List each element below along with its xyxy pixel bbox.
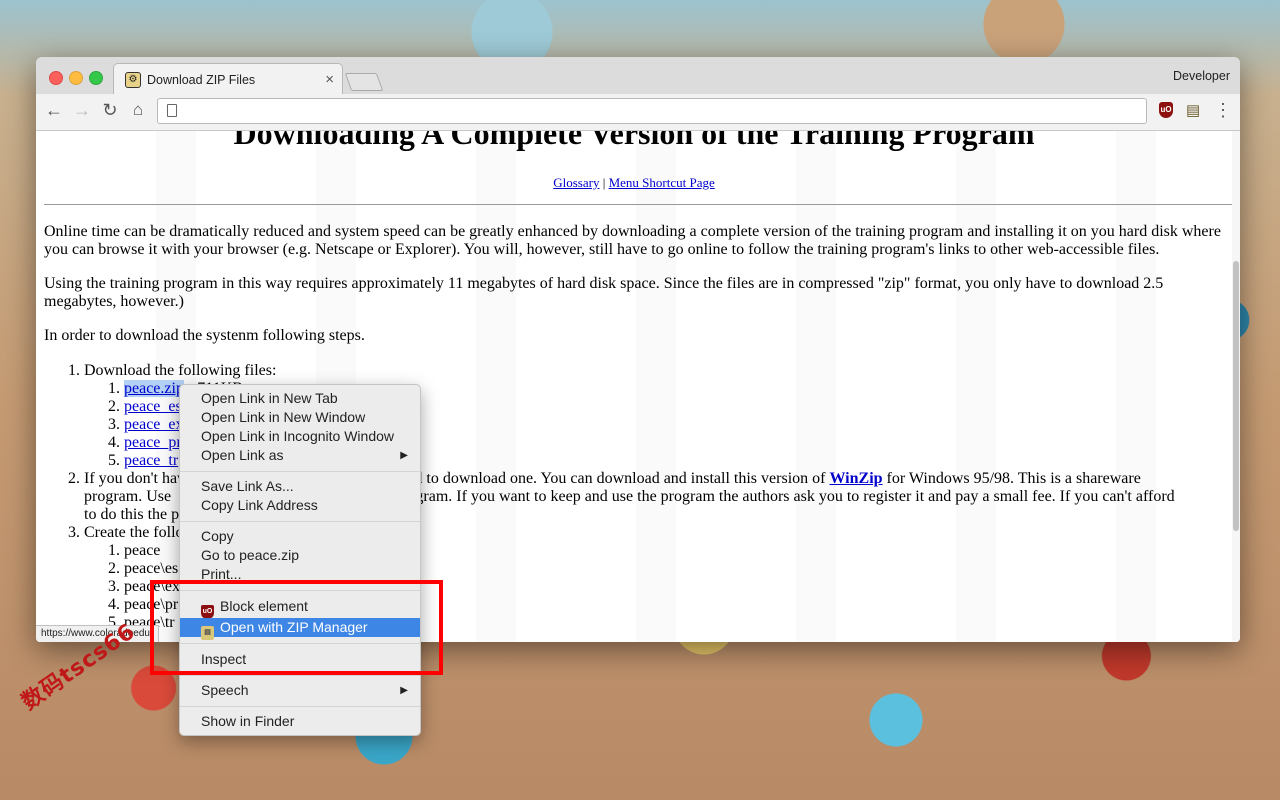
title-bar: ⚙ Download ZIP Files × Developer: [36, 57, 1240, 95]
zip-manager-extension-icon[interactable]: ▤: [1186, 101, 1200, 119]
menu-item-go-to[interactable]: Go to peace.zip: [180, 546, 420, 565]
profile-button[interactable]: Developer: [1173, 69, 1230, 83]
annotation-highlight-box: [150, 580, 443, 675]
menu-separator: [180, 706, 420, 707]
forward-arrow-icon[interactable]: →: [71, 100, 93, 121]
minimize-window-button[interactable]: [69, 71, 83, 85]
list-item: 1. Download the following files:: [68, 362, 277, 379]
submenu-arrow-icon: ▶: [400, 450, 408, 461]
zip-favicon-icon: ⚙: [125, 72, 141, 88]
menu-item-copy[interactable]: Copy: [180, 527, 420, 546]
menu-item-open-new-tab[interactable]: Open Link in New Tab: [180, 389, 420, 408]
scrollbar-thumb[interactable]: [1233, 261, 1239, 531]
glossary-link[interactable]: Glossary: [553, 175, 599, 190]
disk-space-paragraph: Using the training program in this way r…: [44, 275, 1164, 310]
page-icon: [167, 104, 177, 117]
tab-download-zip-files[interactable]: ⚙ Download ZIP Files ×: [113, 63, 343, 95]
peace-zip-link[interactable]: peace.zip: [124, 380, 184, 397]
tab-close-icon[interactable]: ×: [325, 71, 334, 88]
tab-title: Download ZIP Files: [147, 73, 256, 87]
intro-paragraph: Online time can be dramatically reduced …: [44, 223, 1221, 258]
submenu-arrow-icon: ▶: [400, 685, 408, 696]
menu-item-save-link-as[interactable]: Save Link As...: [180, 477, 420, 496]
back-arrow-icon[interactable]: ←: [43, 100, 65, 121]
peace-es-link[interactable]: peace_es: [124, 398, 182, 415]
ublock-extension-icon[interactable]: uO: [1159, 102, 1173, 118]
browser-toolbar: ← → ↻ ⌂ uO ▤ ⋮: [36, 94, 1240, 131]
home-icon[interactable]: ⌂: [127, 100, 149, 120]
context-menu: Open Link in New Tab Open Link in New Wi…: [179, 384, 421, 736]
divider: [44, 204, 1232, 205]
menu-item-open-link-as[interactable]: Open Link as ▶: [180, 446, 420, 465]
browser-menu-icon[interactable]: ⋮: [1214, 100, 1232, 121]
menu-separator: [180, 471, 420, 472]
menu-separator: [180, 521, 420, 522]
close-window-button[interactable]: [49, 71, 63, 85]
reload-icon[interactable]: ↻: [99, 100, 121, 121]
winzip-link[interactable]: WinZip: [829, 470, 882, 487]
menu-item-show-in-finder[interactable]: Show in Finder: [180, 712, 420, 731]
nav-links: Glossary | Menu Shortcut Page: [36, 175, 1232, 191]
menu-item-open-new-window[interactable]: Open Link in New Window: [180, 408, 420, 427]
menu-item-open-incognito[interactable]: Open Link in Incognito Window: [180, 427, 420, 446]
menu-item-speech[interactable]: Speech ▶: [180, 681, 420, 700]
peace-pr-link[interactable]: peace_pr: [124, 434, 182, 451]
menu-shortcut-link[interactable]: Menu Shortcut Page: [609, 175, 715, 190]
menu-item-copy-link-address[interactable]: Copy Link Address: [180, 496, 420, 515]
zoom-window-button[interactable]: [89, 71, 103, 85]
menu-separator: [180, 675, 420, 676]
nav-separator: |: [602, 175, 606, 190]
steps-intro-paragraph: In order to download the systenm followi…: [44, 327, 365, 344]
address-bar[interactable]: [157, 98, 1147, 124]
page-title: Downloading A Complete Version of the Tr…: [233, 131, 1035, 151]
peace-ex-link[interactable]: peace_ex: [124, 416, 184, 433]
new-tab-button[interactable]: [344, 73, 384, 91]
page-scrollbar[interactable]: [1232, 131, 1240, 642]
peace-tr-link[interactable]: peace_tr: [124, 452, 178, 469]
